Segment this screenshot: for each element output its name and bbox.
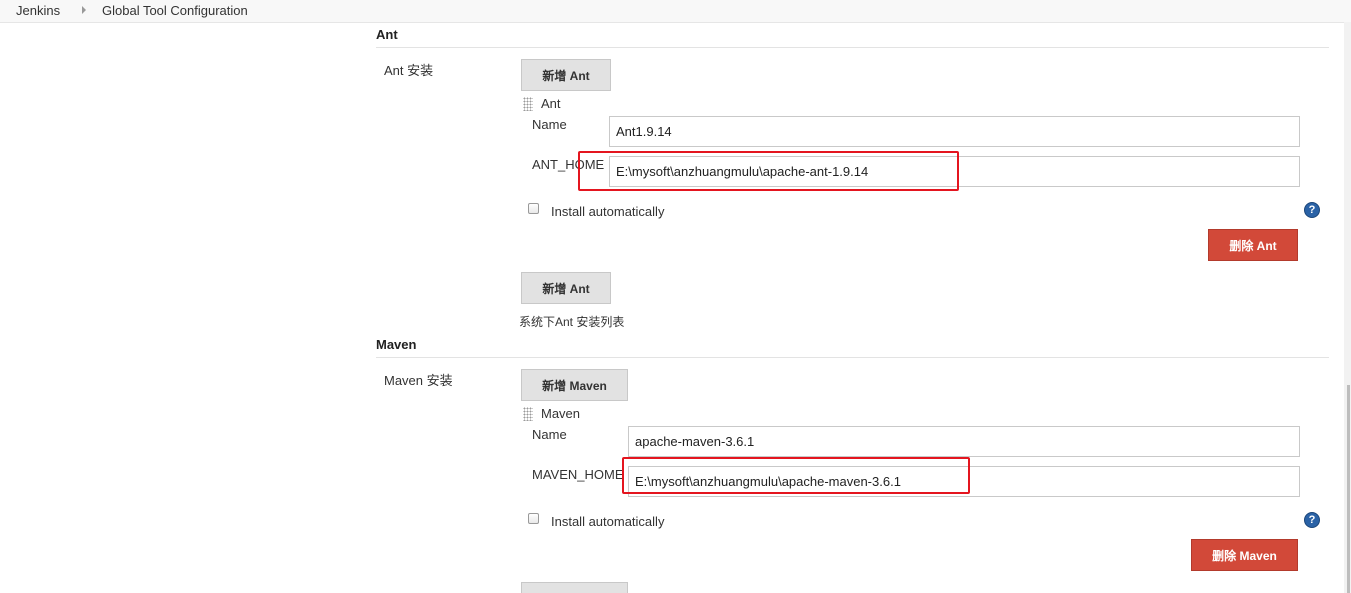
maven-section-divider: [376, 357, 1329, 358]
help-icon[interactable]: ?: [1304, 202, 1320, 218]
add-ant-button-bottom[interactable]: 新增 Ant: [521, 272, 611, 304]
add-maven-button-bottom[interactable]: [521, 582, 628, 593]
maven-home-label: MAVEN_HOME: [532, 467, 624, 482]
breadcrumb-jenkins[interactable]: Jenkins: [16, 3, 60, 18]
drag-handle-icon[interactable]: [523, 97, 533, 111]
drag-handle-icon[interactable]: [523, 407, 533, 421]
ant-section-divider: [376, 47, 1329, 48]
add-ant-button[interactable]: 新增 Ant: [521, 59, 611, 91]
help-icon[interactable]: ?: [1304, 512, 1320, 528]
ant-install-automatically-checkbox[interactable]: [528, 203, 539, 214]
ant-install-automatically-label: Install automatically: [551, 204, 665, 219]
ant-list-description: 系统下Ant 安装列表: [519, 315, 625, 329]
maven-install-automatically-checkbox[interactable]: [528, 513, 539, 524]
ant-home-label: ANT_HOME: [532, 157, 605, 172]
maven-section-title: Maven: [376, 337, 417, 352]
maven-home-input[interactable]: [628, 466, 1300, 497]
breadcrumb: Jenkins Global Tool Configuration: [0, 0, 1351, 23]
ant-section-title: Ant: [376, 27, 398, 42]
ant-installations-label: Ant 安装: [384, 63, 434, 78]
maven-installations-label: Maven 安装: [384, 373, 453, 388]
maven-name-label: Name: [532, 427, 567, 442]
scrollbar-thumb[interactable]: [1347, 385, 1350, 593]
maven-installer-header: Maven: [541, 406, 581, 421]
delete-maven-button[interactable]: 删除 Maven: [1191, 539, 1298, 571]
maven-install-automatically-label: Install automatically: [551, 514, 665, 529]
maven-name-input[interactable]: [628, 426, 1300, 457]
chevron-right-icon: [82, 6, 86, 14]
breadcrumb-global-tool-configuration[interactable]: Global Tool Configuration: [102, 3, 248, 18]
add-maven-button[interactable]: 新增 Maven: [521, 369, 628, 401]
ant-name-input[interactable]: [609, 116, 1300, 147]
ant-installer-header: Ant: [541, 96, 561, 111]
ant-name-label: Name: [532, 117, 567, 132]
delete-ant-button[interactable]: 删除 Ant: [1208, 229, 1298, 261]
ant-home-input[interactable]: [609, 156, 1300, 187]
